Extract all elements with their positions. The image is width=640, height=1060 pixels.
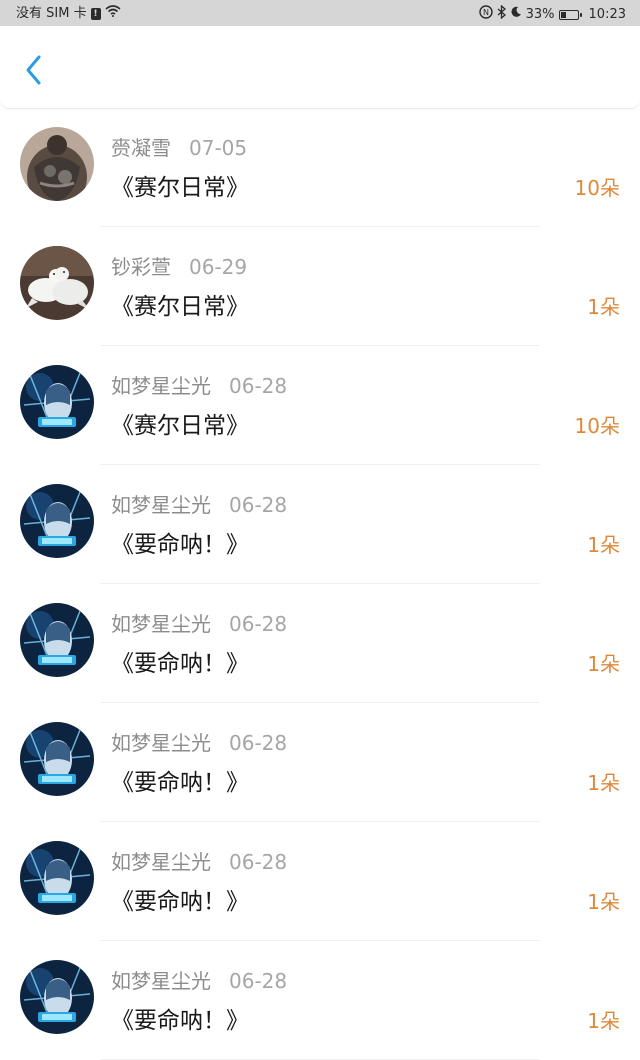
work-title: 《要命呐！》 xyxy=(111,1008,249,1034)
anime-avatar[interactable] xyxy=(20,722,94,796)
sender-meta: 如梦星尘光 06-28 xyxy=(111,370,287,399)
status-bar-right: N 33% 10:23 xyxy=(478,4,626,24)
tattoo-avatar[interactable] xyxy=(20,127,94,201)
chevron-left-icon xyxy=(26,55,41,85)
anime-avatar[interactable] xyxy=(20,960,94,1034)
work-title: 《赛尔日常》 xyxy=(111,175,249,201)
gift-amount: 10朵 xyxy=(574,414,620,438)
sender-name: 钞彩萱 xyxy=(111,255,171,279)
gift-date: 06-28 xyxy=(229,731,288,755)
anime-avatar[interactable] xyxy=(20,841,94,915)
anime-avatar[interactable] xyxy=(20,365,94,439)
work-title: 《赛尔日常》 xyxy=(111,413,249,439)
sender-meta: 如梦星尘光 06-28 xyxy=(111,608,287,637)
gift-amount: 1朵 xyxy=(587,533,620,557)
no-sim-icon: ! xyxy=(90,7,101,20)
top-nav-bar xyxy=(0,26,640,109)
sender-meta: 如梦星尘光 06-28 xyxy=(111,489,287,518)
back-button[interactable] xyxy=(14,50,54,90)
doves-avatar[interactable] xyxy=(20,246,94,320)
battery-percent: 33% xyxy=(525,6,555,22)
gift-record-list: 赍凝雪 07-05 《赛尔日常》 10朵 钞彩萱 06-29 《赛尔日常》 1朵… xyxy=(0,108,640,1060)
sender-meta: 钞彩萱 06-29 xyxy=(111,251,247,280)
sender-name: 如梦星尘光 xyxy=(111,612,211,636)
gift-date: 06-28 xyxy=(229,612,288,636)
gift-date: 06-28 xyxy=(229,374,288,398)
work-title: 《要命呐！》 xyxy=(111,770,249,796)
list-item[interactable]: 如梦星尘光 06-28 《要命呐！》 1朵 xyxy=(0,465,640,584)
gift-amount: 1朵 xyxy=(587,771,620,795)
sender-name: 如梦星尘光 xyxy=(111,969,211,993)
sender-meta: 如梦星尘光 06-28 xyxy=(111,965,287,994)
list-item[interactable]: 如梦星尘光 06-28 《要命呐！》 1朵 xyxy=(0,822,640,941)
gift-amount: 1朵 xyxy=(587,890,620,914)
work-title: 《赛尔日常》 xyxy=(111,294,249,320)
gift-amount: 1朵 xyxy=(587,1009,620,1033)
anime-avatar[interactable] xyxy=(20,484,94,558)
list-item[interactable]: 如梦星尘光 06-28 《要命呐！》 1朵 xyxy=(0,703,640,822)
sender-meta: 如梦星尘光 06-28 xyxy=(111,727,287,756)
bluetooth-icon xyxy=(497,4,506,24)
nfc-icon: N xyxy=(478,5,493,24)
sender-meta: 赍凝雪 07-05 xyxy=(111,132,247,161)
list-item[interactable]: 赍凝雪 07-05 《赛尔日常》 10朵 xyxy=(0,108,640,227)
battery-icon xyxy=(558,9,582,20)
status-bar-left: 没有 SIM 卡 ! xyxy=(16,5,121,22)
gift-amount: 10朵 xyxy=(574,176,620,200)
sender-name: 如梦星尘光 xyxy=(111,850,211,874)
work-title: 《要命呐！》 xyxy=(111,889,249,915)
moon-icon xyxy=(510,6,522,23)
gift-date: 06-29 xyxy=(189,255,248,279)
gift-date: 06-28 xyxy=(229,850,288,874)
svg-text:N: N xyxy=(483,8,489,17)
sender-name: 如梦星尘光 xyxy=(111,731,211,755)
gift-amount: 1朵 xyxy=(587,652,620,676)
sender-name: 如梦星尘光 xyxy=(111,374,211,398)
wifi-icon xyxy=(105,5,121,22)
carrier-text: 没有 SIM 卡 xyxy=(16,5,87,21)
sender-name: 如梦星尘光 xyxy=(111,493,211,517)
sender-meta: 如梦星尘光 06-28 xyxy=(111,846,287,875)
list-item[interactable]: 如梦星尘光 06-28 《赛尔日常》 10朵 xyxy=(0,346,640,465)
gift-date: 07-05 xyxy=(189,136,248,160)
list-item[interactable]: 如梦星尘光 06-28 《要命呐！》 1朵 xyxy=(0,941,640,1060)
work-title: 《要命呐！》 xyxy=(111,651,249,677)
status-bar: 没有 SIM 卡 ! N 33% 10:23 xyxy=(0,0,640,26)
list-item[interactable]: 钞彩萱 06-29 《赛尔日常》 1朵 xyxy=(0,227,640,346)
work-title: 《要命呐！》 xyxy=(111,532,249,558)
anime-avatar[interactable] xyxy=(20,603,94,677)
list-item[interactable]: 如梦星尘光 06-28 《要命呐！》 1朵 xyxy=(0,584,640,703)
clock-time: 10:23 xyxy=(588,6,626,22)
gift-date: 06-28 xyxy=(229,493,288,517)
sender-name: 赍凝雪 xyxy=(111,136,171,160)
gift-date: 06-28 xyxy=(229,969,288,993)
gift-amount: 1朵 xyxy=(587,295,620,319)
